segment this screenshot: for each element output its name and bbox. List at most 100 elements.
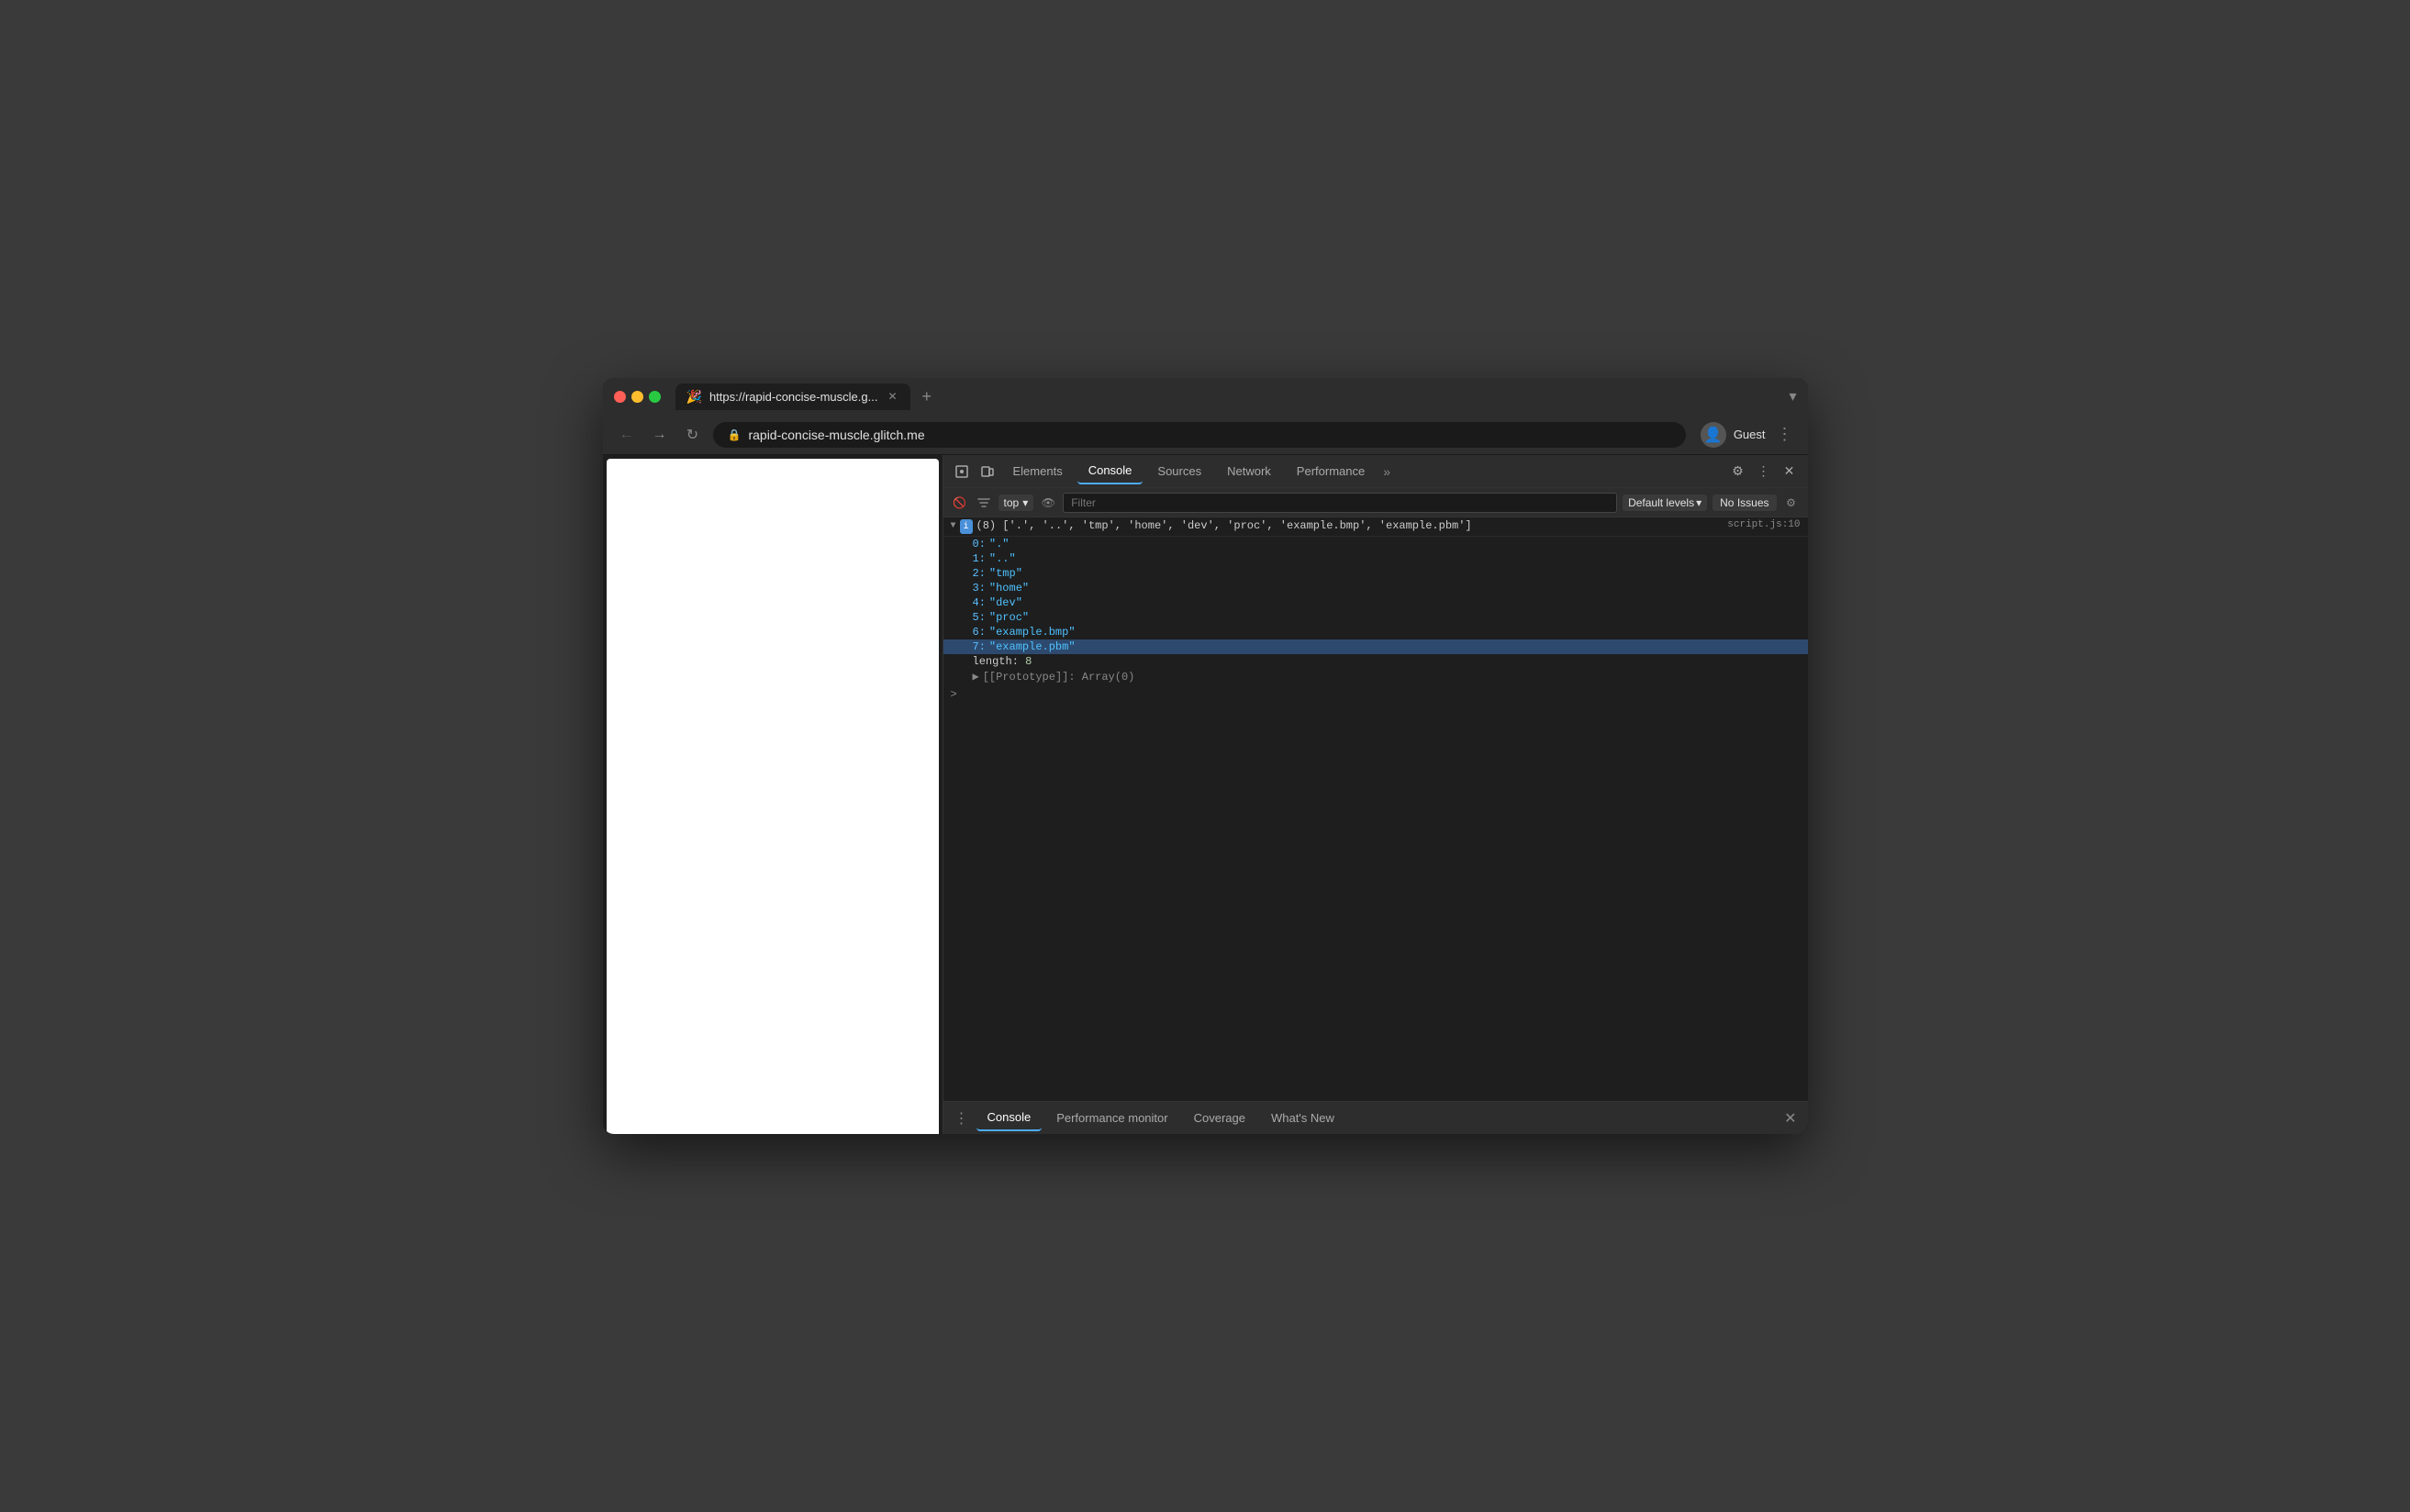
value-6: "example.bmp"	[989, 626, 1076, 639]
filter-input[interactable]	[1063, 493, 1617, 513]
value-4: "dev"	[989, 596, 1022, 609]
tab-close-button[interactable]: ✕	[885, 389, 899, 404]
user-label[interactable]: Guest	[1734, 428, 1766, 441]
log-entry-array: ▼ i (8) ['.', '..', 'tmp', 'home', 'dev'…	[943, 517, 1808, 537]
active-tab[interactable]: 🎉 https://rapid-concise-muscle.g... ✕	[675, 384, 911, 410]
devtools-bottom-bar: ⋮ Console Performance monitor Coverage W…	[943, 1101, 1808, 1134]
index-label-0: 0:	[973, 538, 986, 550]
back-button[interactable]: ←	[614, 422, 640, 448]
more-options-button[interactable]: ⋮	[1753, 461, 1775, 483]
tab-console[interactable]: Console	[1077, 459, 1144, 484]
minimize-window-button[interactable]	[631, 391, 643, 403]
bottom-menu-button[interactable]: ⋮	[951, 1106, 973, 1131]
context-label: top	[1004, 496, 1020, 509]
array-item-4: 4: "dev"	[943, 595, 1808, 610]
bottom-tab-whats-new[interactable]: What's New	[1260, 1106, 1345, 1131]
reload-button[interactable]: ↻	[680, 422, 706, 448]
prompt-chevron-icon: >	[951, 688, 957, 701]
prototype-expand-icon[interactable]: ▶	[973, 670, 979, 684]
cursor-icon	[954, 464, 969, 479]
device-icon	[980, 464, 995, 479]
filter-icon[interactable]	[975, 494, 993, 512]
eye-button[interactable]: 👁	[1039, 494, 1057, 512]
nav-right: 👤 Guest ⋮	[1701, 421, 1797, 448]
console-output[interactable]: ▼ i (8) ['.', '..', 'tmp', 'home', 'dev'…	[943, 517, 1808, 1101]
value-1: ".."	[989, 552, 1016, 565]
value-2: "tmp"	[989, 567, 1022, 580]
person-icon: 👤	[1704, 426, 1723, 444]
value-3: "home"	[989, 582, 1029, 595]
levels-label: Default levels	[1628, 496, 1694, 509]
bottom-tab-performance-monitor[interactable]: Performance monitor	[1045, 1106, 1178, 1131]
value-0: "."	[989, 538, 1010, 550]
prototype-line: ▶ [[Prototype]]: Array(0)	[943, 669, 1808, 684]
expand-array-button[interactable]: ▼	[951, 519, 956, 531]
array-preview-text: (8) ['.', '..', 'tmp', 'home', 'dev', 'p…	[976, 519, 1472, 532]
bottom-tab-coverage[interactable]: Coverage	[1183, 1106, 1256, 1131]
browser-window: 🎉 https://rapid-concise-muscle.g... ✕ + …	[603, 378, 1808, 1134]
lock-icon: 🔒	[728, 428, 742, 441]
array-item-7: 7: "example.pbm"	[943, 639, 1808, 654]
tab-performance[interactable]: Performance	[1286, 459, 1376, 484]
back-icon: ←	[619, 427, 634, 443]
user-avatar[interactable]: 👤	[1701, 422, 1726, 448]
length-key: length: 8	[973, 655, 1032, 668]
tab-network[interactable]: Network	[1216, 459, 1282, 484]
traffic-lights	[614, 391, 661, 403]
tab-bar: 🎉 https://rapid-concise-muscle.g... ✕ +	[675, 384, 1782, 410]
index-label-1: 1:	[973, 552, 986, 565]
device-toolbar-button[interactable]	[976, 461, 999, 483]
console-toolbar: 🚫 top ▾ 👁 Default levels ▾ No Issues	[943, 488, 1808, 517]
devtools-toolbar-right: ⚙ ⋮ ✕	[1727, 461, 1801, 483]
title-bar-right: ▾	[1789, 387, 1796, 406]
info-badge: i	[960, 519, 973, 534]
context-selector[interactable]: top ▾	[999, 495, 1034, 511]
array-length-line: length: 8	[943, 654, 1808, 669]
tab-favicon-icon: 🎉	[686, 389, 702, 405]
levels-chevron-icon: ▾	[1696, 496, 1702, 509]
browser-menu-button[interactable]: ⋮	[1773, 421, 1797, 448]
index-label-4: 4:	[973, 596, 986, 609]
array-item-3: 3: "home"	[943, 581, 1808, 595]
prototype-text: [[Prototype]]: Array(0)	[983, 671, 1135, 684]
bottom-tab-console[interactable]: Console	[976, 1106, 1043, 1131]
tab-title: https://rapid-concise-muscle.g...	[709, 390, 878, 404]
array-item-0: 0: "."	[943, 537, 1808, 551]
chevron-down-icon[interactable]: ▾	[1789, 387, 1796, 406]
console-prompt-line[interactable]: >	[943, 684, 1808, 705]
value-7: "example.pbm"	[989, 640, 1076, 653]
address-bar[interactable]: 🔒 rapid-concise-muscle.glitch.me	[713, 422, 1686, 448]
close-window-button[interactable]	[614, 391, 626, 403]
forward-icon: →	[653, 427, 667, 443]
levels-selector[interactable]: Default levels ▾	[1623, 495, 1707, 511]
index-label-3: 3:	[973, 582, 986, 595]
devtools-panel: Elements Console Sources Network Perform…	[943, 455, 1808, 1134]
close-devtools-button[interactable]: ✕	[1779, 461, 1801, 483]
array-item-6: 6: "example.bmp"	[943, 625, 1808, 639]
tab-elements[interactable]: Elements	[1002, 459, 1074, 484]
source-link[interactable]: script.js:10	[1727, 519, 1800, 530]
array-item-5: 5: "proc"	[943, 610, 1808, 625]
filter-svg-icon	[977, 496, 990, 509]
console-settings-button[interactable]: ⚙	[1782, 494, 1801, 512]
title-bar: 🎉 https://rapid-concise-muscle.g... ✕ + …	[603, 378, 1808, 415]
index-label-7: 7:	[973, 640, 986, 653]
reload-icon: ↻	[686, 426, 698, 444]
new-tab-button[interactable]: +	[914, 384, 939, 410]
tab-sources[interactable]: Sources	[1146, 459, 1212, 484]
devtools-toolbar: Elements Console Sources Network Perform…	[943, 455, 1808, 488]
value-5: "proc"	[989, 611, 1029, 624]
clear-console-button[interactable]: 🚫	[951, 494, 969, 512]
array-item-2: 2: "tmp"	[943, 566, 1808, 581]
nav-bar: ← → ↻ 🔒 rapid-concise-muscle.glitch.me 👤…	[603, 415, 1808, 455]
inspect-element-button[interactable]	[951, 461, 973, 483]
index-label-5: 5:	[973, 611, 986, 624]
webpage-viewport	[607, 459, 939, 1134]
close-bottom-bar-button[interactable]: ✕	[1780, 1106, 1800, 1131]
maximize-window-button[interactable]	[649, 391, 661, 403]
settings-button[interactable]: ⚙	[1727, 461, 1749, 483]
forward-button[interactable]: →	[647, 422, 673, 448]
index-label-2: 2:	[973, 567, 986, 580]
more-tabs-button[interactable]: »	[1379, 461, 1394, 483]
no-issues-button[interactable]: No Issues	[1713, 495, 1776, 511]
